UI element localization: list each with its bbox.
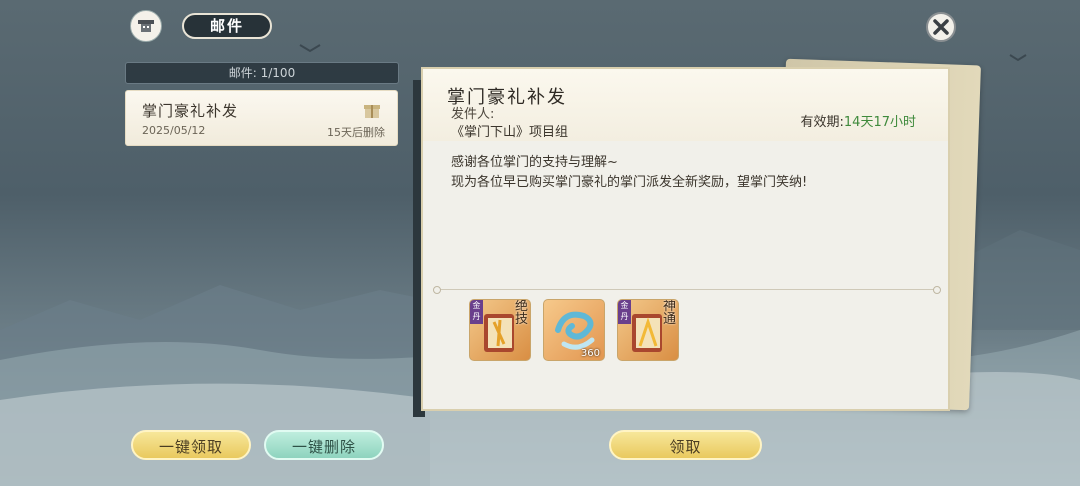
mail-body: 感谢各位掌门的支持与理解~ 现为各位早已购买掌门豪礼的掌门派发全新奖励，望掌门笑… bbox=[451, 153, 807, 193]
player-avatar[interactable] bbox=[130, 10, 162, 42]
validity-value: 14天17小时 bbox=[843, 115, 916, 130]
mail-expire: 15天后删除 bbox=[327, 126, 385, 139]
mail-count: 邮件: 1/100 bbox=[125, 62, 399, 84]
mail-date: 2025/05/12 bbox=[142, 124, 206, 137]
claim-button[interactable]: 领取 bbox=[609, 430, 762, 460]
reward-item-1[interactable]: 金丹 绝技 bbox=[469, 299, 531, 361]
divider bbox=[433, 286, 941, 294]
skill-label: 神通 bbox=[663, 299, 677, 327]
validity-label: 有效期: bbox=[800, 115, 844, 130]
close-icon bbox=[933, 19, 949, 35]
rarity-tag: 金丹 bbox=[618, 300, 631, 324]
mail-detail-panel: 掌门豪礼补发 发件人: 《掌门下山》项目组 有效期:14天17小时 感谢各位掌门… bbox=[421, 67, 950, 411]
skill-label: 绝技 bbox=[515, 299, 529, 327]
page-title: 邮件 bbox=[182, 13, 272, 39]
reward-item-2[interactable]: 360 bbox=[543, 299, 605, 361]
sender-name: 《掌门下山》项目组 bbox=[451, 125, 569, 140]
reward-quantity: 360 bbox=[580, 348, 600, 359]
mail-subject: 掌门豪礼补发 bbox=[142, 102, 239, 120]
reward-item-3[interactable]: 金丹 神通 bbox=[617, 299, 679, 361]
close-button[interactable] bbox=[926, 12, 956, 42]
helmet-icon bbox=[138, 20, 154, 32]
mail-list-item[interactable]: 掌门豪礼补发 2025/05/12 15天后删除 bbox=[125, 90, 398, 146]
validity-info: 有效期:14天17小时 bbox=[801, 111, 916, 130]
body-line-2: 现为各位早已购买掌门豪礼的掌门派发全新奖励，望掌门笑纳! bbox=[451, 175, 808, 190]
claim-all-button[interactable]: 一键领取 bbox=[131, 430, 251, 460]
delete-all-button[interactable]: 一键删除 bbox=[264, 430, 384, 460]
gift-icon bbox=[363, 101, 381, 123]
sender-label: 发件人: bbox=[451, 107, 495, 122]
rarity-tag: 金丹 bbox=[470, 300, 483, 324]
body-line-1: 感谢各位掌门的支持与理解~ bbox=[451, 155, 618, 170]
